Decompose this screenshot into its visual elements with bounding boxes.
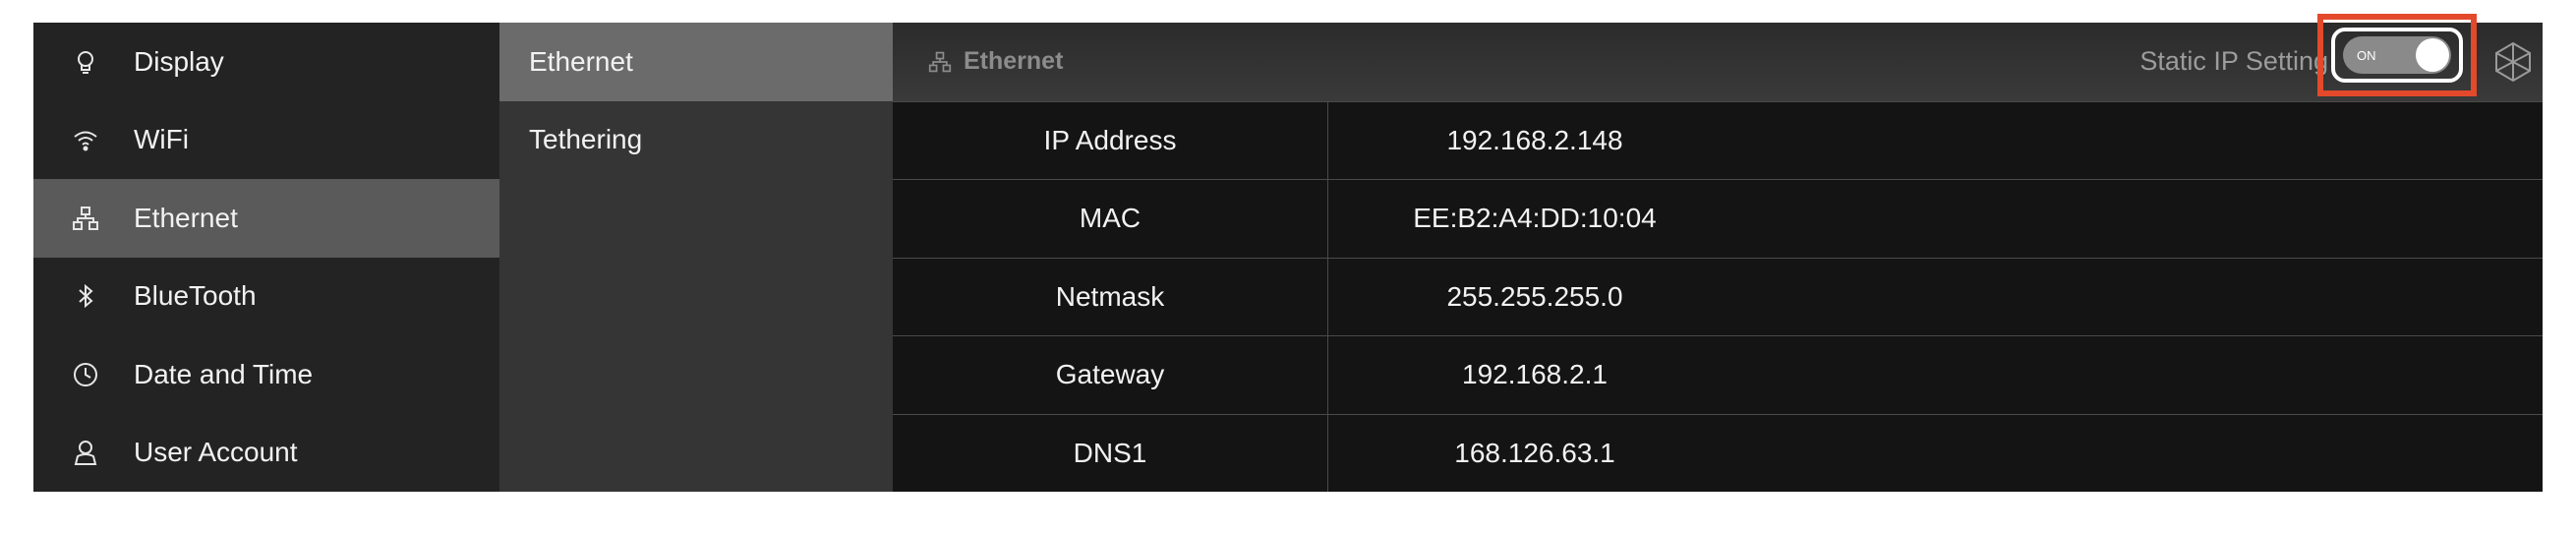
user-icon: [71, 438, 100, 467]
bulb-icon: [71, 47, 100, 77]
detail-label: IP Address: [893, 101, 1328, 179]
sidebar-item-label: BlueTooth: [134, 280, 257, 312]
sidebar: Display WiFi Ethernet BlueTooth Date and…: [33, 23, 499, 492]
detail-row-netmask: Netmask 255.255.255.0: [893, 257, 2543, 335]
toggle-knob: [2416, 38, 2449, 72]
sidebar-item-label: User Account: [134, 437, 298, 468]
wifi-icon: [71, 125, 100, 154]
detail-value: 192.168.2.148: [1446, 124, 1623, 155]
sidebar-item-user-account[interactable]: User Account: [33, 414, 499, 493]
network-icon: [928, 49, 954, 75]
submenu-item-ethernet[interactable]: Ethernet: [499, 23, 893, 101]
sidebar-item-wifi[interactable]: WiFi: [33, 101, 499, 180]
detail-value: 255.255.255.0: [1446, 280, 1623, 312]
detail-row-gateway: Gateway 192.168.2.1: [893, 335, 2543, 414]
static-ip-toggle[interactable]: ON: [2343, 36, 2451, 74]
detail-label: Netmask: [893, 258, 1328, 335]
detail-label: DNS1: [893, 414, 1328, 492]
panel-title: Ethernet: [928, 47, 1063, 76]
ethernet-panel: Ethernet Static IP Setting ON IP Address…: [893, 14, 2543, 492]
detail-value: EE:B2:A4:DD:10:04: [1413, 203, 1657, 234]
detail-row-dns1: DNS1 168.126.63.1: [893, 413, 2543, 492]
sidebar-item-date-time[interactable]: Date and Time: [33, 335, 499, 414]
panel-header: Ethernet Static IP Setting ON: [893, 14, 2543, 101]
toggle-focus-frame: ON: [2331, 28, 2463, 83]
detail-value: 168.126.63.1: [1454, 437, 1615, 468]
toggle-state-text: ON: [2357, 47, 2376, 63]
bluetooth-icon: [71, 281, 100, 311]
detail-label: Gateway: [893, 336, 1328, 414]
sidebar-item-label: Date and Time: [134, 358, 314, 389]
sidebar-item-label: WiFi: [134, 124, 189, 155]
static-ip-label: Static IP Setting: [2139, 46, 2328, 77]
sidebar-item-label: Ethernet: [134, 202, 238, 233]
settings-window: Display WiFi Ethernet BlueTooth Date and…: [33, 14, 2543, 492]
network-icon: [71, 204, 100, 233]
clock-icon: [71, 360, 100, 389]
detail-value: 192.168.2.1: [1462, 359, 1608, 390]
submenu-item-tethering[interactable]: Tethering: [499, 101, 893, 180]
detail-row-mac: MAC EE:B2:A4:DD:10:04: [893, 179, 2543, 258]
detail-label: MAC: [893, 180, 1328, 258]
submenu: Ethernet Tethering: [499, 23, 893, 492]
panel-title-text: Ethernet: [964, 47, 1064, 76]
sidebar-item-ethernet[interactable]: Ethernet: [33, 179, 499, 258]
toggle-highlight: ON: [2317, 14, 2477, 96]
detail-row-ip: IP Address 192.168.2.148: [893, 100, 2543, 179]
sidebar-item-label: Display: [134, 45, 224, 77]
sidebar-item-bluetooth[interactable]: BlueTooth: [33, 258, 499, 336]
cube-logo-icon: [2491, 40, 2535, 84]
sidebar-item-display[interactable]: Display: [33, 23, 499, 101]
